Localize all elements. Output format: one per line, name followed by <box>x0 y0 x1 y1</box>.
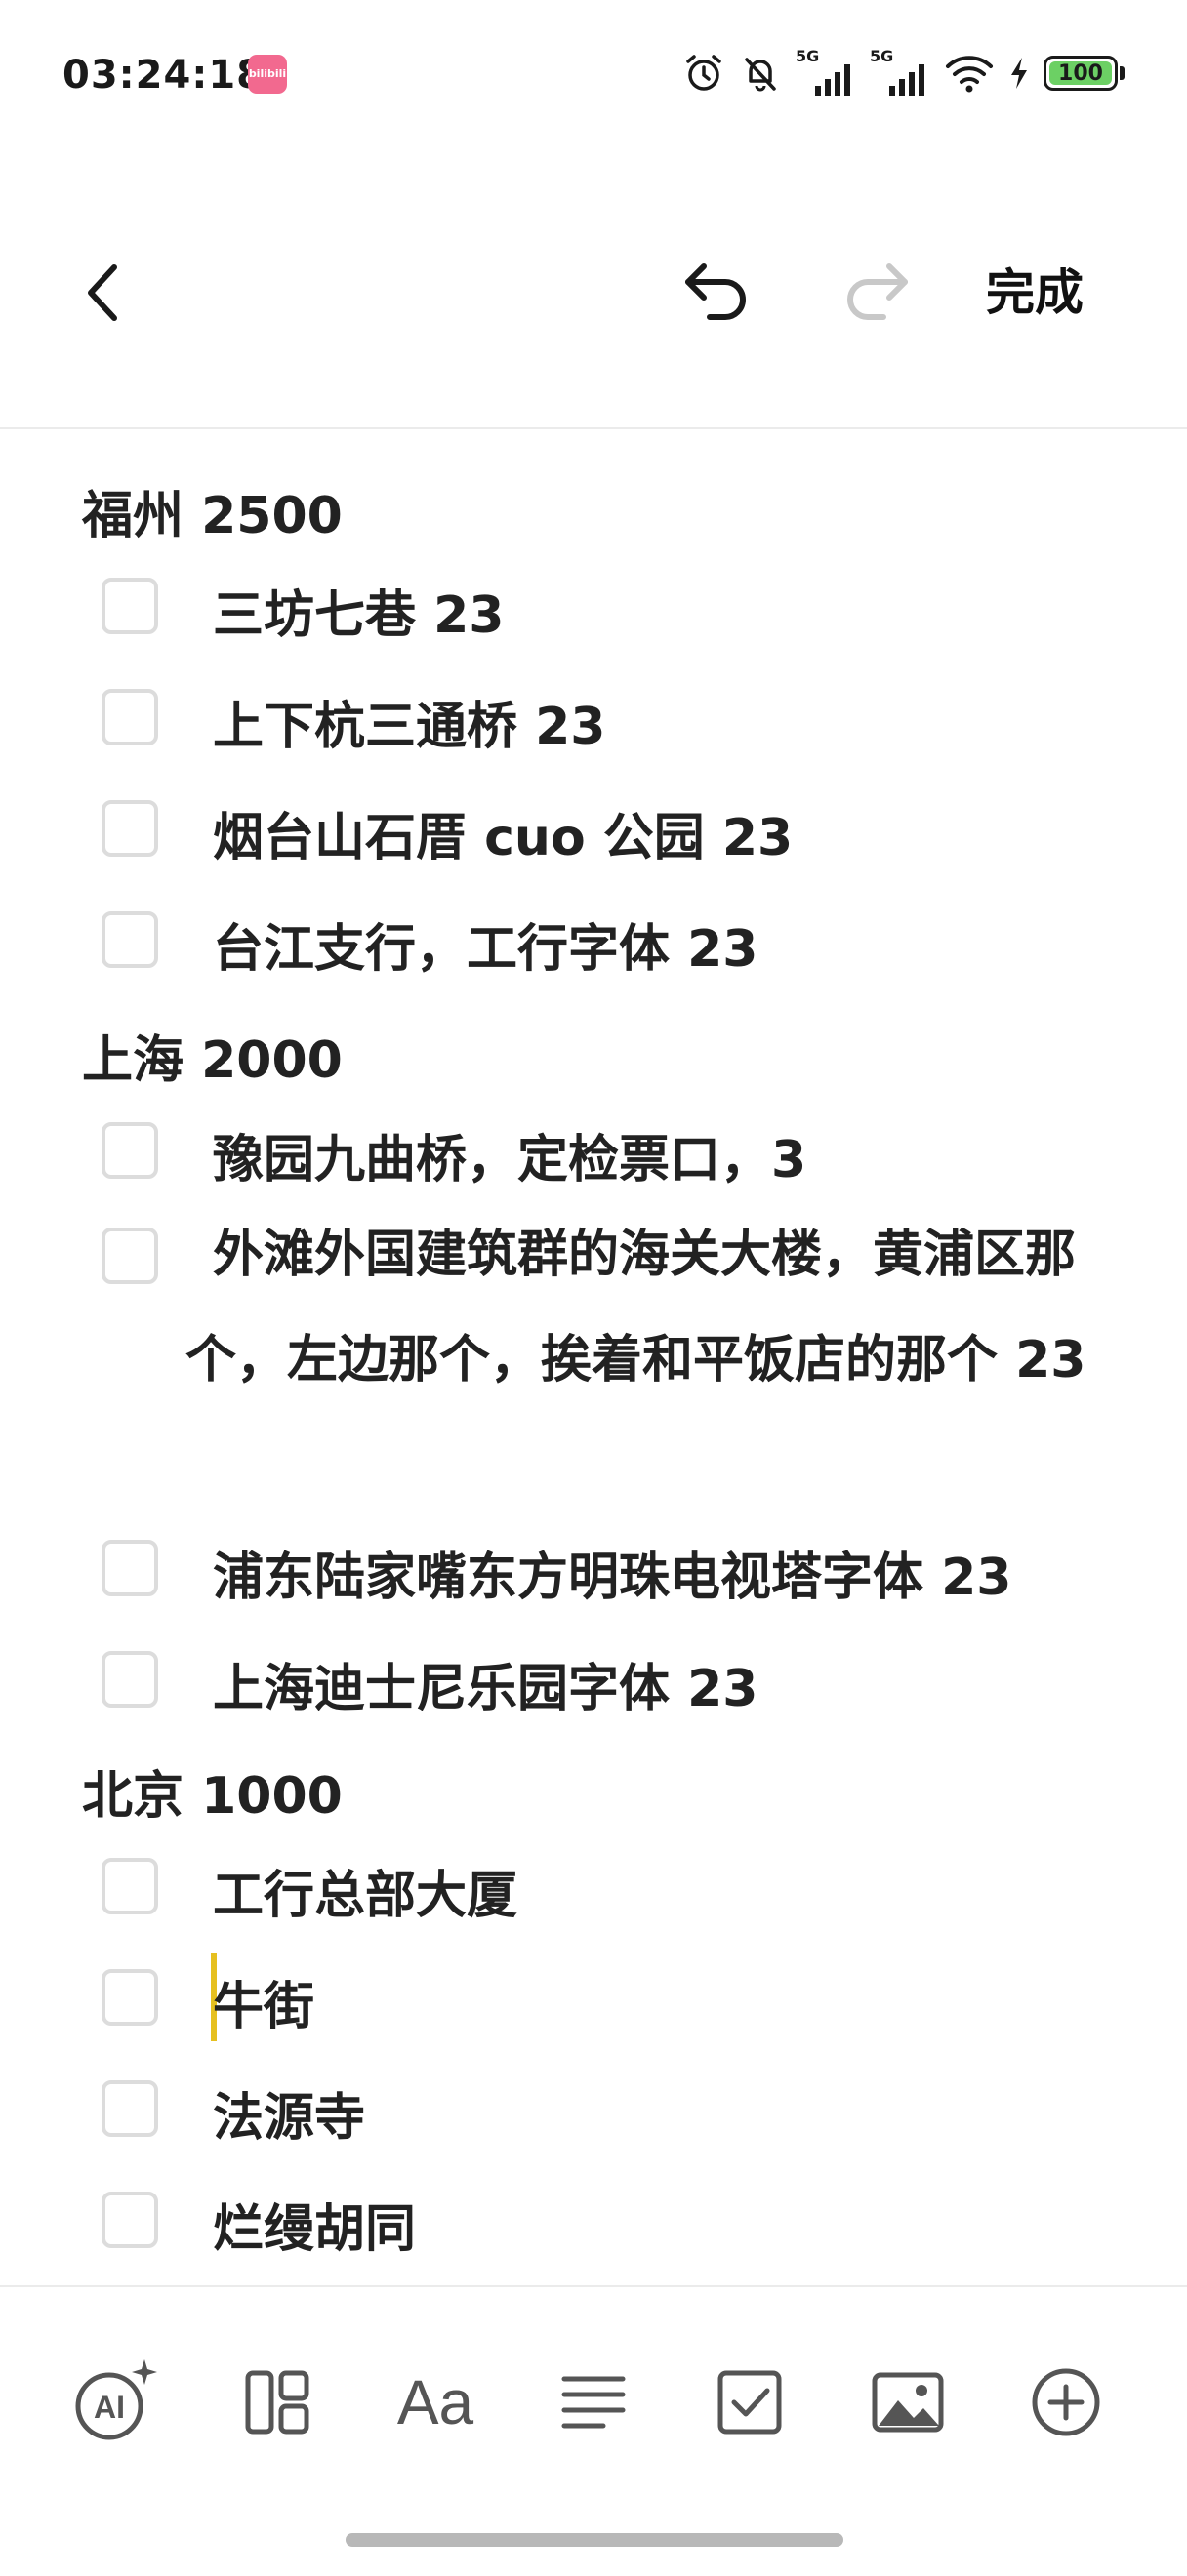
redo-button[interactable] <box>832 249 920 337</box>
todo-checkbox[interactable] <box>102 1651 158 1708</box>
bilibili-app-icon: bilibili <box>248 55 287 94</box>
status-time: 03:24:18 <box>62 53 265 98</box>
align-icon <box>561 2376 626 2429</box>
editor-nav-bar: 完成 <box>0 215 1187 371</box>
alarm-icon <box>686 55 721 91</box>
undo-icon <box>685 263 746 320</box>
chevron-left-icon <box>88 264 117 321</box>
align-button[interactable] <box>547 2355 640 2449</box>
back-button[interactable] <box>68 254 137 332</box>
section-title[interactable]: 北京 1000 <box>82 1754 343 1828</box>
signal-5g-2: 5G <box>870 47 930 96</box>
ai-sparkle-icon: AI <box>75 2359 157 2440</box>
checklist-button[interactable] <box>703 2355 797 2449</box>
bell-muted-icon <box>745 58 776 92</box>
charging-bolt-icon <box>1011 58 1027 89</box>
todo-checkbox[interactable] <box>102 578 158 634</box>
todo-text[interactable]: 牛街 <box>213 1965 314 2038</box>
signal-bars-icon <box>815 64 850 96</box>
redo-icon <box>847 263 908 320</box>
todo-checkbox[interactable] <box>102 800 158 857</box>
todo-text[interactable]: 法源寺 <box>213 2076 365 2150</box>
todo-text[interactable]: 上海迪士尼乐园字体 23 <box>213 1647 757 1720</box>
todo-text[interactable]: 浦东陆家嘴东方明珠电视塔字体 23 <box>213 1536 1011 1609</box>
undo-button[interactable] <box>674 249 761 337</box>
todo-checkbox[interactable] <box>102 1969 158 2026</box>
status-icons: 5G 5G 100 <box>682 47 1125 98</box>
editor-toolbar: AI Aa <box>0 2287 1187 2512</box>
text-format-icon: Aa <box>396 2367 474 2437</box>
layout-button[interactable] <box>230 2355 324 2449</box>
section-title[interactable]: 上海 2000 <box>82 1019 343 1092</box>
todo-checkbox[interactable] <box>102 2080 158 2137</box>
todo-checkbox[interactable] <box>102 1858 158 1914</box>
battery-level: 100 <box>1058 60 1103 86</box>
wifi-icon <box>946 56 993 93</box>
status-bar: 03:24:18 bilibili 5G 5G 100 <box>0 0 1187 146</box>
todo-checkbox[interactable] <box>102 1122 158 1179</box>
todo-checkbox[interactable] <box>102 1228 158 1284</box>
checklist-icon <box>717 2370 782 2435</box>
todo-text[interactable]: 工行总部大厦 <box>213 1854 517 1927</box>
app-badge-label: bilibili <box>248 67 287 80</box>
todo-text[interactable]: 上下杭三通桥 23 <box>213 685 605 758</box>
add-icon <box>1032 2368 1100 2436</box>
svg-text:AI: AI <box>94 2390 125 2425</box>
section-title[interactable]: 福州 2500 <box>82 474 343 547</box>
todo-checkbox[interactable] <box>102 2192 158 2248</box>
layout-icon <box>245 2370 309 2435</box>
text-format-button[interactable]: Aa <box>389 2355 482 2449</box>
todo-checkbox[interactable] <box>102 689 158 745</box>
ai-button[interactable]: AI <box>68 2355 162 2449</box>
battery-indicator: 100 <box>1044 56 1118 91</box>
header-divider <box>0 427 1187 429</box>
todo-text[interactable]: 外滩外国建筑群的海关大楼，黄浦区那个，左边那个，挨着和平饭店的那个 23 <box>185 1202 1103 1413</box>
image-icon <box>872 2372 944 2433</box>
add-button[interactable] <box>1019 2355 1113 2449</box>
home-indicator[interactable] <box>346 2533 843 2547</box>
image-button[interactable] <box>861 2355 955 2449</box>
todo-text[interactable]: 豫园九曲桥，定检票口，3 <box>213 1118 806 1191</box>
todo-text[interactable]: 台江支行，工行字体 23 <box>213 907 757 981</box>
todo-checkbox[interactable] <box>102 911 158 968</box>
signal-bars-icon <box>889 64 924 96</box>
battery-tip <box>1120 66 1125 80</box>
todo-checkbox[interactable] <box>102 1540 158 1596</box>
todo-text[interactable]: 三坊七巷 23 <box>213 574 504 647</box>
signal-5g-1: 5G <box>796 47 856 96</box>
todo-text[interactable]: 烟台山石厝 cuo 公园 23 <box>213 796 793 869</box>
todo-text[interactable]: 烂缦胡同 <box>213 2188 416 2261</box>
done-button[interactable]: 完成 <box>986 254 1084 332</box>
